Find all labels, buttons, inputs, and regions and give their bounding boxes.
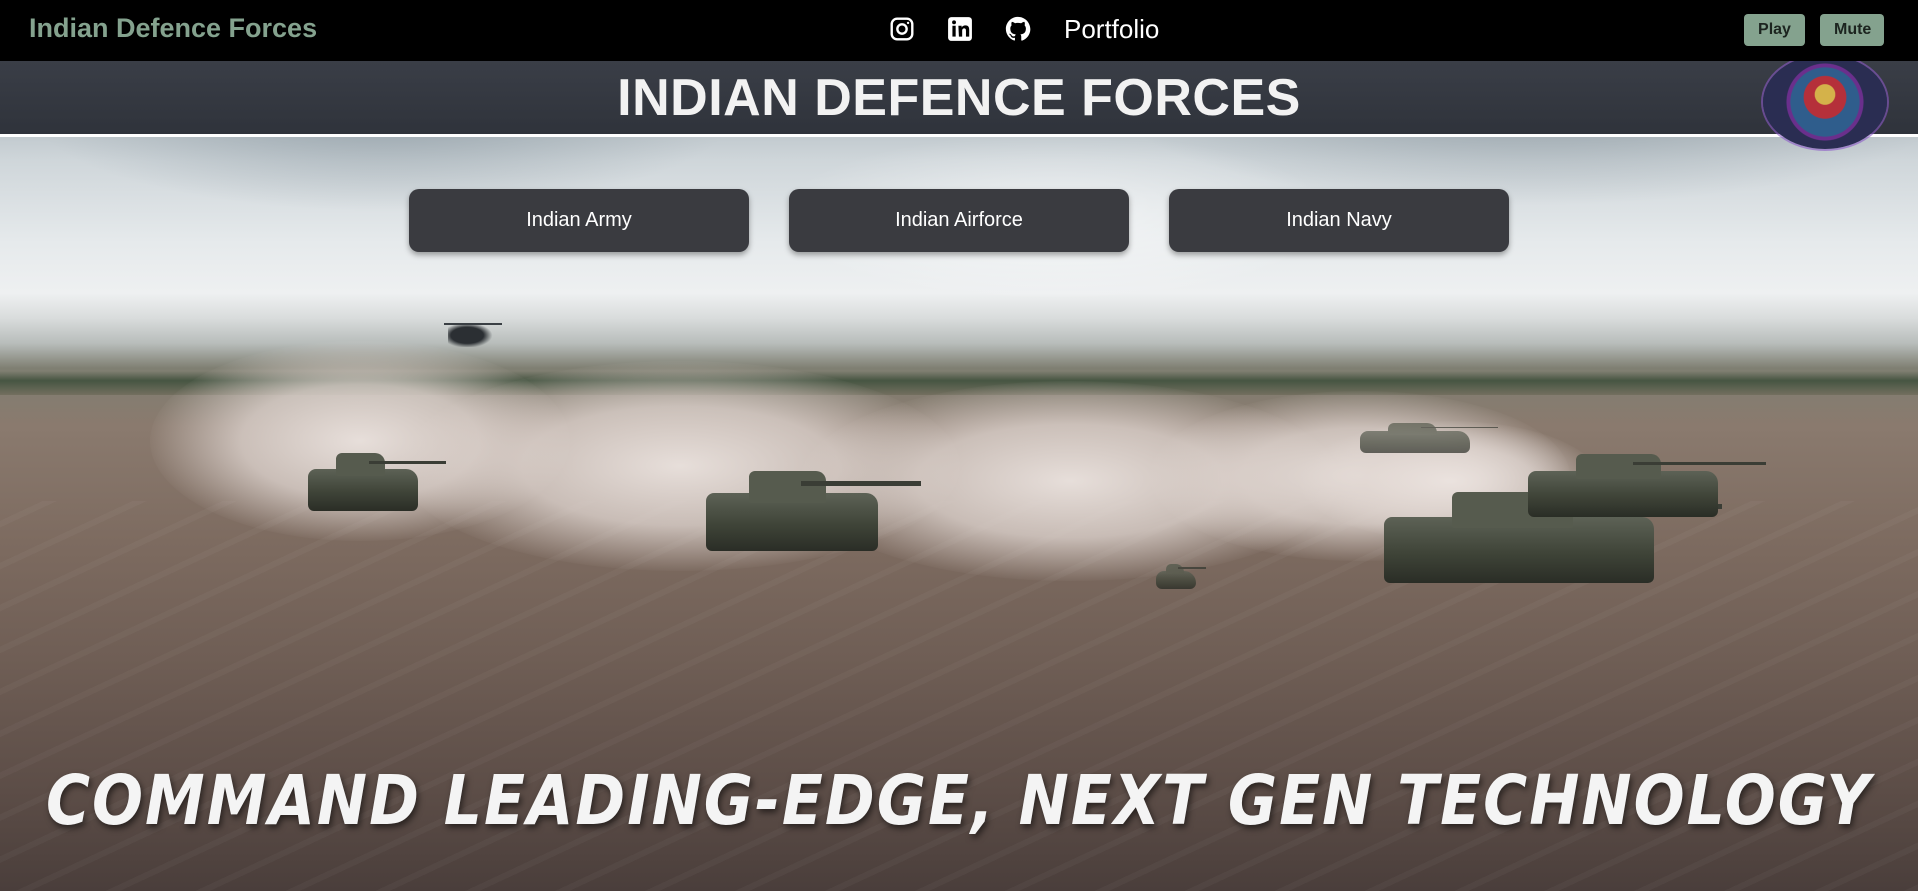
soldier-icon: [1156, 564, 1206, 589]
title-banner: INDIAN DEFENCE FORCES: [0, 61, 1918, 137]
indian-army-button[interactable]: Indian Army: [409, 189, 749, 252]
linkedin-icon[interactable]: [946, 15, 974, 43]
video-caption: COMMAND LEADING-EDGE, NEXT GEN TECHNOLOG…: [45, 760, 1872, 842]
brand-logo-text[interactable]: Indian Defence Forces: [29, 13, 317, 44]
tank-icon: [1384, 491, 1722, 583]
social-links: Portfolio: [888, 12, 1159, 46]
indian-navy-button[interactable]: Indian Navy: [1169, 189, 1509, 252]
instagram-icon[interactable]: [888, 15, 916, 43]
mute-button[interactable]: Mute: [1820, 14, 1884, 46]
tank-icon: [706, 470, 921, 551]
play-button[interactable]: Play: [1744, 14, 1805, 46]
tank-icon: [1528, 453, 1766, 517]
top-navbar: Indian Defence Forces Portfolio Play Mut: [0, 0, 1918, 61]
github-icon[interactable]: [1004, 15, 1032, 43]
hero-video-section: INDIAN DEFENCE FORCES Indian Army Indian…: [0, 61, 1918, 891]
indian-airforce-button[interactable]: Indian Airforce: [789, 189, 1129, 252]
portfolio-link[interactable]: Portfolio: [1064, 14, 1159, 45]
page-title: INDIAN DEFENCE FORCES: [617, 68, 1301, 127]
force-navigation: Indian Army Indian Airforce Indian Navy: [409, 189, 1509, 252]
helicopter-icon: [444, 321, 502, 347]
tank-icon: [308, 453, 446, 511]
tank-icon: [1360, 422, 1498, 453]
